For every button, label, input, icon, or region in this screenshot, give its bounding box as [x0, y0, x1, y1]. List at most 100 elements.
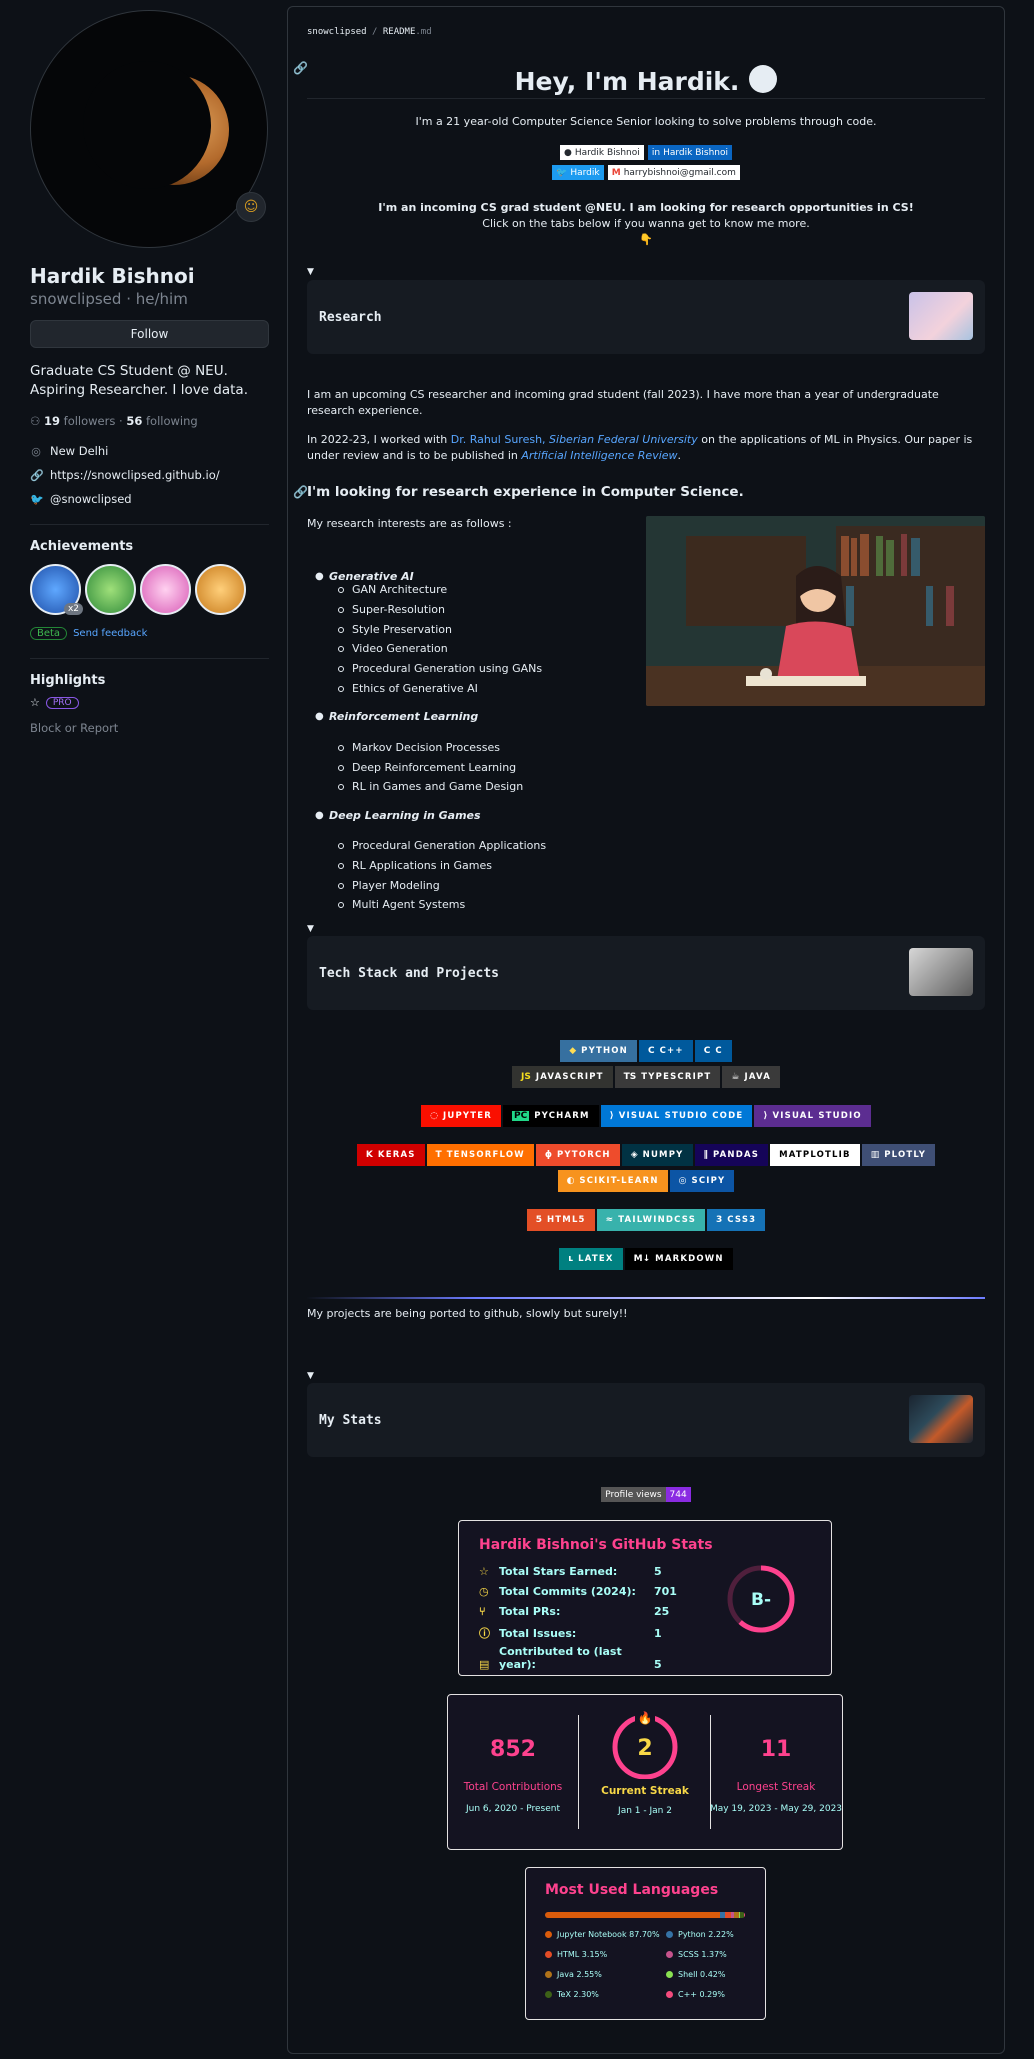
send-feedback-link[interactable]: Send feedback — [73, 628, 147, 639]
achievement-badge[interactable] — [85, 564, 136, 615]
issue-icon: ⓘ — [479, 1627, 490, 1640]
profile-bio: Graduate CS Student @ NEU. Aspiring Rese… — [30, 363, 248, 398]
tech-thumbnail — [909, 948, 973, 996]
rank-ring: B- — [727, 1565, 795, 1633]
achievements-title: Achievements — [30, 539, 134, 554]
web-row: 5 HTML5 ≈ TAILWINDCSS 3 CSS3 — [307, 1209, 985, 1231]
language-dot — [545, 1971, 552, 1978]
pro-badge: PRO — [45, 696, 79, 709]
streak-card: 852 Total Contributions Jun 6, 2020 - Pr… — [447, 1694, 843, 1850]
language-label: HTML 3.15% — [557, 1950, 608, 1959]
block-report-link[interactable]: Block or Report — [30, 721, 269, 735]
language-legend-item: Python 2.22% — [666, 1930, 734, 1939]
sklearn-icon: ◐ — [566, 1176, 575, 1186]
numpy-badge: ◈ NUMPY — [621, 1144, 693, 1166]
css3-badge: 3 CSS3 — [707, 1209, 766, 1231]
stat-row: ◷ Total Commits (2024): 701 — [479, 1585, 677, 1598]
language-legend-item: Jupyter Notebook 87.70% — [545, 1930, 660, 1939]
plotly-icon: ▥ — [870, 1150, 880, 1160]
ml-row2: ◐ SCIKIT-LEARN ◎ SCIPY — [307, 1170, 985, 1192]
languages-bar — [545, 1912, 745, 1918]
c-icon: C — [703, 1046, 711, 1056]
tools-row: ◌ JUPYTER PC PYCHARM ⟩ VISUAL STUDIO CODE ⟩ VIS… — [307, 1105, 985, 1127]
website-link[interactable]: https://snowclipsed.github.io/ — [50, 468, 220, 482]
github-badge[interactable]: ● Hardik Bishnoi — [560, 145, 644, 160]
stat-row: ⓘ Total Issues: 1 — [479, 1627, 662, 1640]
javascript-badge: JS JAVASCRIPT — [511, 1066, 613, 1088]
pytorch-badge: ɸ PYTORCH — [535, 1144, 620, 1166]
gmail-icon: M — [611, 167, 621, 178]
tensorflow-badge: T TENSORFLOW — [426, 1144, 534, 1166]
research-card[interactable]: Research — [307, 280, 985, 354]
divider — [307, 98, 985, 99]
javascript-icon: JS — [520, 1072, 531, 1082]
following-link[interactable]: 56 following — [126, 414, 197, 428]
list-item: Deep Reinforcement Learning — [352, 761, 517, 774]
language-bar-segment — [744, 1912, 745, 1918]
research-p2: In 2022-23, I worked with Dr. Rahul Sure… — [307, 433, 973, 462]
language-label: Python 2.22% — [678, 1930, 734, 1939]
current-streak-ring: 🔥 2 — [612, 1711, 678, 1779]
matplotlib-badge: MATPLOTLIB — [770, 1144, 860, 1166]
achievement-badge[interactable] — [140, 564, 191, 615]
stats-card[interactable]: My Stats — [307, 1383, 985, 1457]
stat-row: ▤Contributed to (last year): 5 — [479, 1645, 662, 1671]
stat-row: ☆ Total Stars Earned: 5 — [479, 1565, 662, 1578]
website-row: 🔗 https://snowclipsed.github.io/ — [30, 468, 269, 482]
research-toggle[interactable]: ▼ — [307, 267, 314, 277]
pull-request-icon: ⑂ — [479, 1605, 486, 1618]
twitter-icon: 🐦 — [556, 167, 568, 178]
research-title: Research — [319, 310, 382, 325]
breadcrumb: snowclipsed / README.md — [307, 27, 432, 37]
linkedin-badge[interactable]: in Hardik Bishnoi — [647, 145, 732, 160]
research-thumbnail — [909, 292, 973, 340]
language-legend-item: Shell 0.42% — [666, 1970, 725, 1979]
language-label: TeX 2.30% — [557, 1990, 599, 1999]
tech-toggle[interactable]: ▼ — [307, 924, 314, 934]
language-label: Jupyter Notebook 87.70% — [557, 1930, 660, 1939]
pandas-badge: ∥ PANDAS — [694, 1144, 769, 1166]
plotly-badge: ▥ PLOTLY — [861, 1144, 936, 1166]
language-legend-item: TeX 2.30% — [545, 1990, 599, 1999]
tech-card[interactable]: Tech Stack and Projects — [307, 936, 985, 1010]
tailwind-icon: ≈ — [605, 1215, 614, 1225]
pytorch-icon: ɸ — [544, 1150, 552, 1160]
visual-studio-icon: ⟩ — [763, 1111, 768, 1121]
tech-title: Tech Stack and Projects — [319, 966, 500, 981]
readme-box: snowclipsed / README.md 🔗 Hey, I'm Hardi… — [287, 6, 1005, 2054]
list-item: Super-Resolution — [352, 603, 445, 616]
python-icon: ◆ — [569, 1046, 577, 1056]
list-item: Style Preservation — [352, 623, 452, 636]
language-legend-item: SCSS 1.37% — [666, 1950, 727, 1959]
anchor-link-icon[interactable]: 🔗 — [293, 485, 308, 499]
github-icon: ● — [564, 147, 572, 158]
set-status-icon[interactable]: ☺ — [236, 192, 266, 222]
typescript-icon: TS — [623, 1072, 637, 1082]
twitter-link[interactable]: @snowclipsed — [50, 492, 132, 506]
achievement-badge[interactable]: x2 — [30, 564, 83, 615]
svg-text:2: 2 — [637, 1736, 652, 1761]
research-heading: I'm looking for research experience in C… — [307, 484, 744, 500]
journal-link[interactable]: Artificial Intelligence Review — [521, 449, 677, 462]
list-item: Procedural Generation using GANs — [352, 662, 543, 675]
advisor-link[interactable]: Dr. Rahul Suresh, — [451, 433, 549, 446]
vscode-icon: ⟩ — [609, 1111, 614, 1121]
markdown-icon: M↓ — [633, 1254, 651, 1264]
readme-title: Hey, I'm Hardik. — [288, 65, 1004, 97]
university-link[interactable]: Siberian Federal University — [549, 433, 698, 446]
pointing-emoji: 👇 — [639, 233, 653, 246]
list-item: Multi Agent Systems — [352, 898, 466, 911]
interest-group-title: Reinforcement Learning — [329, 710, 479, 723]
avatar[interactable] — [30, 10, 268, 248]
keras-icon: K — [365, 1150, 373, 1160]
language-dot — [666, 1951, 673, 1958]
achievement-badge[interactable] — [195, 564, 246, 615]
follow-button[interactable]: Follow — [30, 320, 269, 348]
followers-link[interactable]: 19 followers — [44, 414, 115, 428]
language-label: Shell 0.42% — [678, 1970, 726, 1979]
stats-toggle[interactable]: ▼ — [307, 1371, 314, 1381]
fire-icon: 🔥 — [638, 1711, 653, 1725]
language-legend-item: C++ 0.29% — [666, 1990, 725, 1999]
email-badge[interactable]: Mharrybishnoi@gmail.com — [607, 165, 740, 180]
twitter-badge[interactable]: 🐦 Hardik — [552, 165, 604, 180]
